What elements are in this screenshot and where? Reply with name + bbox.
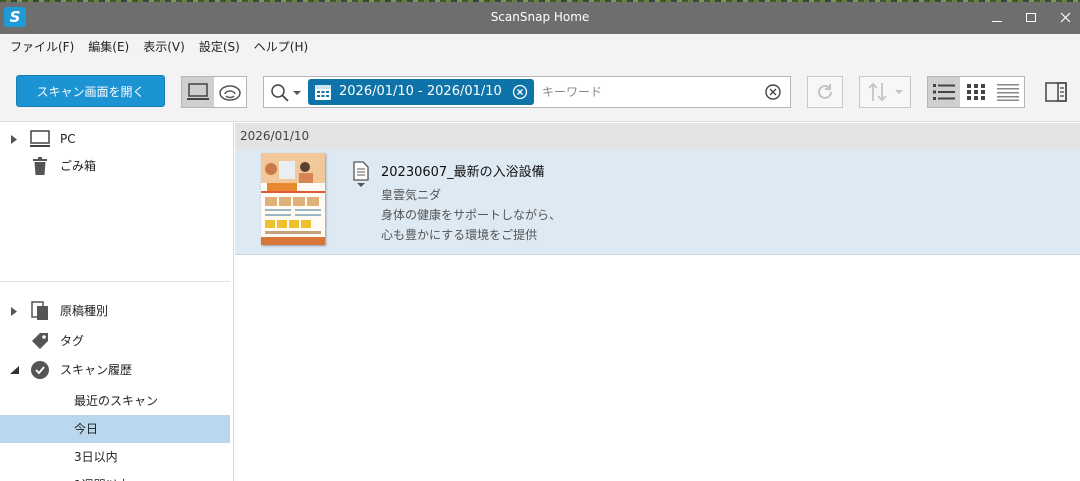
keyword-input[interactable] — [542, 79, 752, 105]
document-thumbnail[interactable] — [261, 153, 325, 245]
document-title: 20230607_最新の入浴設備 — [381, 165, 545, 180]
document-row[interactable]: 20230607_最新の入浴設備 皇雲気ニダ 身体の健康をサポートしながら、 心… — [235, 149, 1080, 255]
computer-icon — [187, 83, 209, 100]
menu-view[interactable]: 表示(V) — [139, 38, 189, 55]
clear-search-icon[interactable] — [764, 83, 782, 101]
sidebar-item-scan-history[interactable]: スキャン履歴 — [0, 357, 230, 383]
toggle-panel-button[interactable] — [1041, 76, 1071, 108]
search-options-button[interactable] — [270, 83, 306, 103]
thumbnail-view-button[interactable] — [960, 77, 992, 107]
menu-settings[interactable]: 設定(S) — [195, 38, 244, 55]
date-filter-text: 2026/01/10 - 2026/01/10 — [339, 84, 502, 99]
sidebar-label: スキャン履歴 — [60, 363, 133, 377]
document-text-line: 心も豊かにする環境をご提供 — [381, 228, 538, 242]
maximize-button[interactable] — [1013, 0, 1049, 34]
sidebar-item-tag[interactable]: タグ — [0, 328, 230, 354]
search-box: 2026/01/10 - 2026/01/10 — [263, 76, 791, 108]
view-source-toggle — [181, 76, 247, 108]
search-icon — [271, 84, 289, 102]
list-view-button[interactable] — [928, 77, 960, 107]
sidebar-item-pc[interactable]: PC — [0, 126, 230, 152]
sidebar-item-trash[interactable]: ごみ箱 — [0, 153, 230, 179]
document-text-line: 皇雲気ニダ — [381, 188, 442, 202]
refresh-button[interactable] — [807, 76, 843, 108]
cloud-view-button[interactable] — [214, 77, 246, 107]
expand-caret-icon[interactable] — [10, 307, 18, 316]
panel-icon — [1045, 82, 1067, 102]
history-item-recent[interactable]: 最近のスキャン — [0, 387, 230, 415]
sidebar-label: タグ — [60, 334, 85, 348]
tag-icon — [30, 331, 50, 351]
open-scan-screen-button[interactable]: スキャン画面を開く — [16, 75, 165, 107]
history-item-label: 最近のスキャン — [74, 394, 159, 408]
minimize-icon — [992, 20, 1002, 22]
sort-button[interactable] — [859, 76, 911, 108]
sidebar-item-document-type[interactable]: 原稿種別 — [0, 298, 230, 324]
sidebar: PC ごみ箱 原稿種別 タグ スキャン履歴 最近のスキャン 今日 3日以内 — [0, 123, 234, 481]
history-item-1week[interactable]: 1週間以内 — [0, 471, 230, 481]
sidebar-label: 原稿種別 — [60, 304, 109, 318]
close-icon — [1060, 12, 1070, 22]
calendar-icon — [315, 85, 331, 100]
layout-toggle — [927, 76, 1025, 108]
sidebar-divider — [0, 281, 230, 282]
document-file-icon[interactable] — [353, 161, 369, 187]
flyer-thumbnail-image — [261, 153, 325, 245]
detail-list-icon — [997, 84, 1019, 101]
window-title: ScanSnap Home — [490, 10, 590, 24]
title-bar: S ScanSnap Home — [0, 0, 1080, 34]
menu-edit[interactable]: 編集(E) — [84, 38, 133, 55]
trash-icon — [30, 156, 50, 176]
sidebar-label: ごみ箱 — [60, 159, 97, 173]
menu-bar: ファイル(F) 編集(E) 表示(V) 設定(S) ヘルプ(H) — [0, 34, 1080, 58]
computer-icon — [30, 129, 50, 149]
sidebar-label: PC — [60, 132, 76, 146]
expand-caret-icon[interactable] — [10, 135, 18, 144]
detail-view-button[interactable] — [992, 77, 1024, 107]
document-text-line: 身体の健康をサポートしながら、 — [381, 208, 562, 222]
history-item-label: 今日 — [74, 422, 99, 436]
date-group-header: 2026/01/10 — [235, 123, 1080, 149]
menu-help[interactable]: ヘルプ(H) — [250, 38, 312, 55]
date-filter-chip[interactable]: 2026/01/10 - 2026/01/10 — [308, 79, 534, 105]
chevron-down-icon — [895, 90, 903, 94]
history-item-label: 1週間以内 — [74, 471, 130, 481]
refresh-icon — [818, 84, 832, 99]
document-type-icon — [30, 301, 50, 321]
minimize-button[interactable] — [979, 0, 1015, 34]
close-button[interactable] — [1047, 0, 1080, 34]
menu-file[interactable]: ファイル(F) — [6, 38, 78, 55]
history-item-today[interactable]: 今日 — [0, 415, 230, 443]
sort-icon — [868, 82, 887, 102]
list-view-icon — [933, 84, 955, 100]
history-item-label: 3日以内 — [74, 450, 118, 464]
grid-view-icon — [967, 84, 985, 100]
history-item-3days[interactable]: 3日以内 — [0, 443, 230, 471]
cloud-sync-icon — [219, 85, 241, 101]
maximize-icon — [1026, 12, 1036, 22]
clear-date-icon[interactable] — [512, 84, 528, 100]
chevron-down-icon — [293, 91, 301, 95]
local-view-button[interactable] — [182, 77, 214, 107]
history-icon — [30, 360, 50, 380]
collapse-caret-icon[interactable] — [10, 366, 19, 374]
toolbar: スキャン画面を開く 2026/01/10 - 2026/01/10 キーワード — [0, 58, 1080, 122]
